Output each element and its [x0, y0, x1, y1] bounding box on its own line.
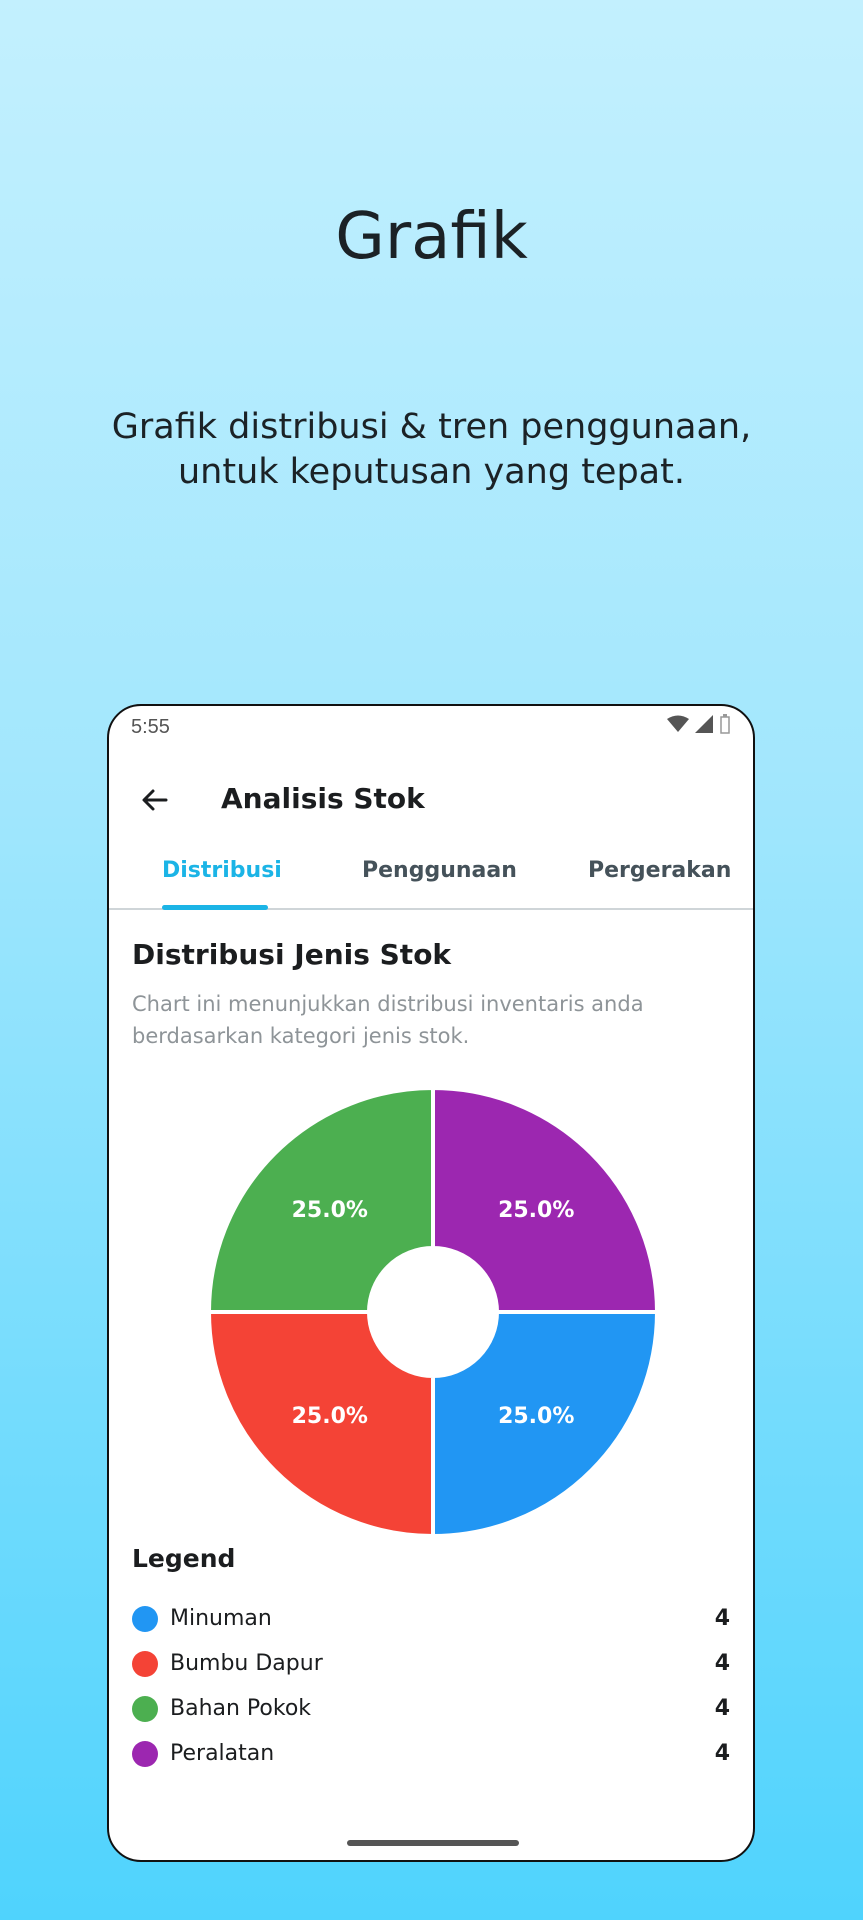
slice-percent-label: 25.0%: [498, 1198, 574, 1223]
tab-penggunaan[interactable]: Penggunaan: [362, 858, 517, 883]
legend-label: Bumbu Dapur: [170, 1651, 323, 1676]
app-bar: Analisis Stok: [109, 766, 753, 836]
slice-percent-label: 25.0%: [498, 1404, 574, 1429]
legend-dot: [132, 1650, 158, 1677]
legend-dot: [132, 1695, 158, 1722]
legend-item-minuman: Minuman 4: [132, 1596, 730, 1641]
tab-pergerakan[interactable]: Pergerakan: [588, 858, 731, 883]
legend-item-peralatan: Peralatan 4: [132, 1731, 730, 1776]
section-title: Distribusi Jenis Stok: [132, 938, 452, 971]
legend-item-bahan-pokok: Bahan Pokok 4: [132, 1686, 730, 1731]
donut-chart: 25.0% 25.0% 25.0% 25.0%: [206, 1085, 660, 1539]
legend-label: Peralatan: [170, 1741, 275, 1766]
device-frame: 5:55 Analisis Stok Distribusi Penggunaan…: [107, 704, 755, 1862]
home-indicator[interactable]: [347, 1840, 519, 1846]
legend-dot: [132, 1740, 158, 1767]
tab-distribusi[interactable]: Distribusi: [162, 858, 282, 883]
status-time: 5:55: [131, 716, 170, 738]
section-description: Chart ini menunjukkan distribusi inventa…: [132, 992, 644, 1048]
slice-percent-label: 25.0%: [292, 1198, 368, 1223]
status-icons: [667, 714, 731, 734]
promo-subtitle-line-2: untuk keputusan yang tepat.: [178, 452, 685, 492]
legend-title: Legend: [132, 1544, 236, 1573]
legend-label: Bahan Pokok: [170, 1696, 312, 1721]
legend-label: Minuman: [170, 1606, 272, 1631]
page-title: Analisis Stok: [221, 782, 425, 815]
wifi-icon: [667, 715, 689, 732]
legend-count: 4: [714, 1606, 730, 1631]
legend-item-bumbu-dapur: Bumbu Dapur 4: [132, 1641, 730, 1686]
tab-indicator: [162, 905, 268, 910]
legend-count: 4: [714, 1696, 730, 1721]
legend-list: Minuman 4 Bumbu Dapur 4 Bahan Pokok 4 Pe…: [132, 1596, 730, 1776]
tab-bar: Distribusi Penggunaan Pergerakan: [109, 846, 753, 910]
battery-icon: [720, 714, 730, 734]
signal-icon: [695, 715, 713, 733]
legend-dot: [132, 1605, 158, 1632]
slice-percent-label: 25.0%: [292, 1404, 368, 1429]
legend-count: 4: [714, 1741, 730, 1766]
promo-title: Grafik: [335, 200, 528, 274]
promo-subtitle: Grafik distribusi & tren penggunaan, unt…: [0, 405, 863, 495]
arrow-left-icon: [142, 789, 168, 811]
donut-chart-container: 25.0% 25.0% 25.0% 25.0%: [206, 1085, 660, 1539]
status-bar: 5:55: [131, 712, 731, 742]
legend-count: 4: [714, 1651, 730, 1676]
promo-subtitle-line-1: Grafik distribusi & tren penggunaan,: [111, 407, 752, 447]
back-button[interactable]: [133, 778, 177, 822]
